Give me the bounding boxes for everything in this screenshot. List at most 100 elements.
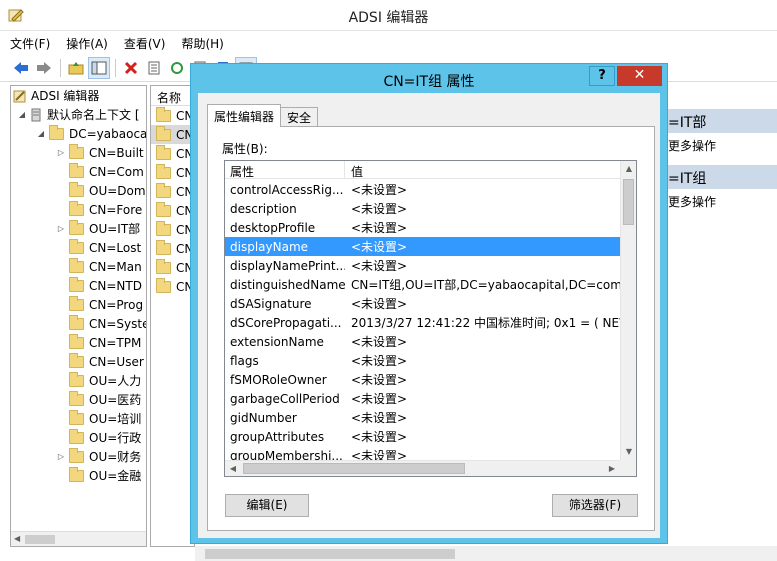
- column-header-name[interactable]: 名称: [151, 86, 194, 106]
- menu-action[interactable]: 操作(A): [66, 35, 108, 52]
- tree-item[interactable]: CN=Prog: [56, 295, 143, 314]
- scroll-left-arrow-icon[interactable]: ◀: [14, 534, 20, 543]
- tree-context[interactable]: ◢ 默认命名上下文 [: [17, 105, 140, 124]
- tree-item[interactable]: ▷ OU=财务: [56, 447, 141, 466]
- refresh-button[interactable]: [166, 57, 188, 79]
- scroll-thumb[interactable]: [243, 463, 465, 474]
- tab-attribute-editor[interactable]: 属性编辑器: [207, 104, 282, 127]
- more-actions-link-2[interactable]: 更多操作: [660, 189, 777, 214]
- folder-icon: [69, 447, 84, 463]
- scroll-thumb[interactable]: [25, 535, 55, 544]
- tree-item[interactable]: CN=NTD: [56, 276, 142, 295]
- attribute-name: controlAccessRig...: [230, 182, 344, 197]
- scroll-thumb[interactable]: [205, 549, 455, 559]
- list-item[interactable]: CN: [151, 258, 194, 277]
- tree-item[interactable]: OU=Dom: [56, 181, 146, 200]
- tree-root[interactable]: ADSI 编辑器: [13, 86, 99, 105]
- attributes-vertical-scrollbar[interactable]: ▲ ▼: [620, 161, 636, 460]
- attribute-row[interactable]: groupAttributes <未设置>: [225, 427, 620, 446]
- tree-dc[interactable]: ◢ DC=yabaoca: [36, 124, 146, 143]
- more-actions-link-1[interactable]: 更多操作: [660, 133, 777, 158]
- close-button[interactable]: ✕: [617, 66, 662, 86]
- expand-arrow-icon[interactable]: ▷: [56, 452, 66, 461]
- menu-help[interactable]: 帮助(H): [181, 35, 223, 52]
- edit-button[interactable]: 编辑(E): [225, 494, 309, 517]
- expand-arrow-icon[interactable]: ▷: [56, 224, 66, 233]
- delete-button[interactable]: [120, 57, 142, 79]
- dialog-title-bar[interactable]: CN=IT组 属性 ? ✕: [191, 64, 667, 93]
- attribute-row[interactable]: fSMORoleOwner <未设置>: [225, 370, 620, 389]
- tree-item[interactable]: OU=行政: [56, 428, 141, 447]
- attribute-row[interactable]: flags <未设置>: [225, 351, 620, 370]
- scroll-thumb[interactable]: [623, 179, 634, 225]
- tree-item[interactable]: CN=User: [56, 352, 144, 371]
- tree-item[interactable]: OU=金融: [56, 466, 141, 485]
- collapse-arrow-icon[interactable]: ◢: [36, 129, 46, 138]
- attribute-row[interactable]: garbageCollPeriod <未设置>: [225, 389, 620, 408]
- attributes-list[interactable]: 属性 值 controlAccessRig... <未设置> description…: [224, 160, 637, 477]
- tree-horizontal-scrollbar[interactable]: ◀: [11, 531, 146, 546]
- tree-item[interactable]: CN=Lost: [56, 238, 141, 257]
- menu-file[interactable]: 文件(F): [10, 35, 50, 52]
- tree-item-label: OU=行政: [89, 431, 142, 445]
- list-item[interactable]: CN: [151, 182, 194, 201]
- tree-item[interactable]: ▷ CN=Built: [56, 143, 144, 162]
- tab-security[interactable]: 安全: [281, 107, 319, 126]
- tree-item[interactable]: CN=TPM: [56, 333, 141, 352]
- list-item[interactable]: CN: [151, 239, 194, 258]
- tree-item[interactable]: CN=Syste: [56, 314, 146, 333]
- tree-item-label: OU=财务: [89, 450, 142, 464]
- folder-icon: [69, 295, 84, 311]
- help-button[interactable]: ?: [589, 66, 615, 86]
- column-header-value[interactable]: 值: [345, 161, 369, 179]
- tree-item[interactable]: ▷ OU=IT部: [56, 219, 140, 238]
- tree-item[interactable]: OU=培训: [56, 409, 141, 428]
- attribute-row[interactable]: extensionName <未设置>: [225, 332, 620, 351]
- main-horizontal-scrollbar[interactable]: [195, 546, 777, 561]
- attribute-row[interactable]: dSCorePropagati... 2013/3/27 12:41:22 中国标…: [225, 313, 620, 332]
- folder-icon: [69, 390, 84, 406]
- list-item[interactable]: CN: [151, 163, 194, 182]
- scroll-right-arrow-icon[interactable]: ▶: [604, 461, 620, 476]
- tree-item[interactable]: CN=Com: [56, 162, 144, 181]
- scroll-left-arrow-icon[interactable]: ◀: [225, 461, 241, 476]
- list-item[interactable]: CN: [151, 201, 194, 220]
- attribute-row[interactable]: desktopProfile <未设置>: [225, 218, 620, 237]
- attribute-value: <未设置>: [351, 354, 408, 368]
- list-item[interactable]: CN: [151, 220, 194, 239]
- forward-button[interactable]: [33, 57, 55, 79]
- menu-view[interactable]: 查看(V): [124, 35, 166, 52]
- attribute-value: <未设置>: [351, 221, 408, 235]
- folder-icon: [69, 143, 84, 159]
- collapse-arrow-icon[interactable]: ◢: [17, 110, 27, 119]
- attribute-row[interactable]: displayName <未设置>: [225, 237, 620, 256]
- up-folder-button[interactable]: [65, 57, 87, 79]
- attribute-row[interactable]: distinguishedName CN=IT组,OU=IT部,DC=yabaoc…: [225, 275, 620, 294]
- attributes-horizontal-scrollbar[interactable]: ◀ ▶: [225, 460, 620, 476]
- list-item[interactable]: CN: [151, 125, 194, 144]
- attribute-row[interactable]: displayNamePrint... <未设置>: [225, 256, 620, 275]
- tree-item[interactable]: CN=Man: [56, 257, 142, 276]
- expand-arrow-icon[interactable]: ▷: [56, 148, 66, 157]
- list-item[interactable]: CN: [151, 106, 194, 125]
- list-item[interactable]: CN: [151, 277, 194, 296]
- object-list-pane[interactable]: 名称 CN CN CN CN CN CN CN CN CN CN: [150, 85, 195, 547]
- properties-button[interactable]: [143, 57, 165, 79]
- scroll-down-arrow-icon[interactable]: ▼: [621, 444, 636, 460]
- attribute-row[interactable]: controlAccessRig... <未设置>: [225, 180, 620, 199]
- folder-icon: [69, 181, 84, 197]
- tree-item[interactable]: OU=人力: [56, 371, 141, 390]
- folder-icon: [69, 219, 84, 235]
- tree-item[interactable]: CN=Fore: [56, 200, 142, 219]
- attribute-row[interactable]: gidNumber <未设置>: [225, 408, 620, 427]
- column-header-attribute[interactable]: 属性: [225, 161, 345, 179]
- tree-item[interactable]: OU=医药: [56, 390, 141, 409]
- attribute-row[interactable]: dSASignature <未设置>: [225, 294, 620, 313]
- scroll-up-arrow-icon[interactable]: ▲: [621, 161, 636, 177]
- show-hide-tree-button[interactable]: [88, 56, 110, 79]
- attribute-row[interactable]: description <未设置>: [225, 199, 620, 218]
- console-tree[interactable]: ADSI 编辑器 ◢ 默认命名上下文 [ ◢ DC=yabaoca ▷ CN=Bu…: [10, 85, 147, 547]
- back-button[interactable]: [10, 57, 32, 79]
- filter-button[interactable]: 筛选器(F): [552, 494, 638, 517]
- list-item[interactable]: CN: [151, 144, 194, 163]
